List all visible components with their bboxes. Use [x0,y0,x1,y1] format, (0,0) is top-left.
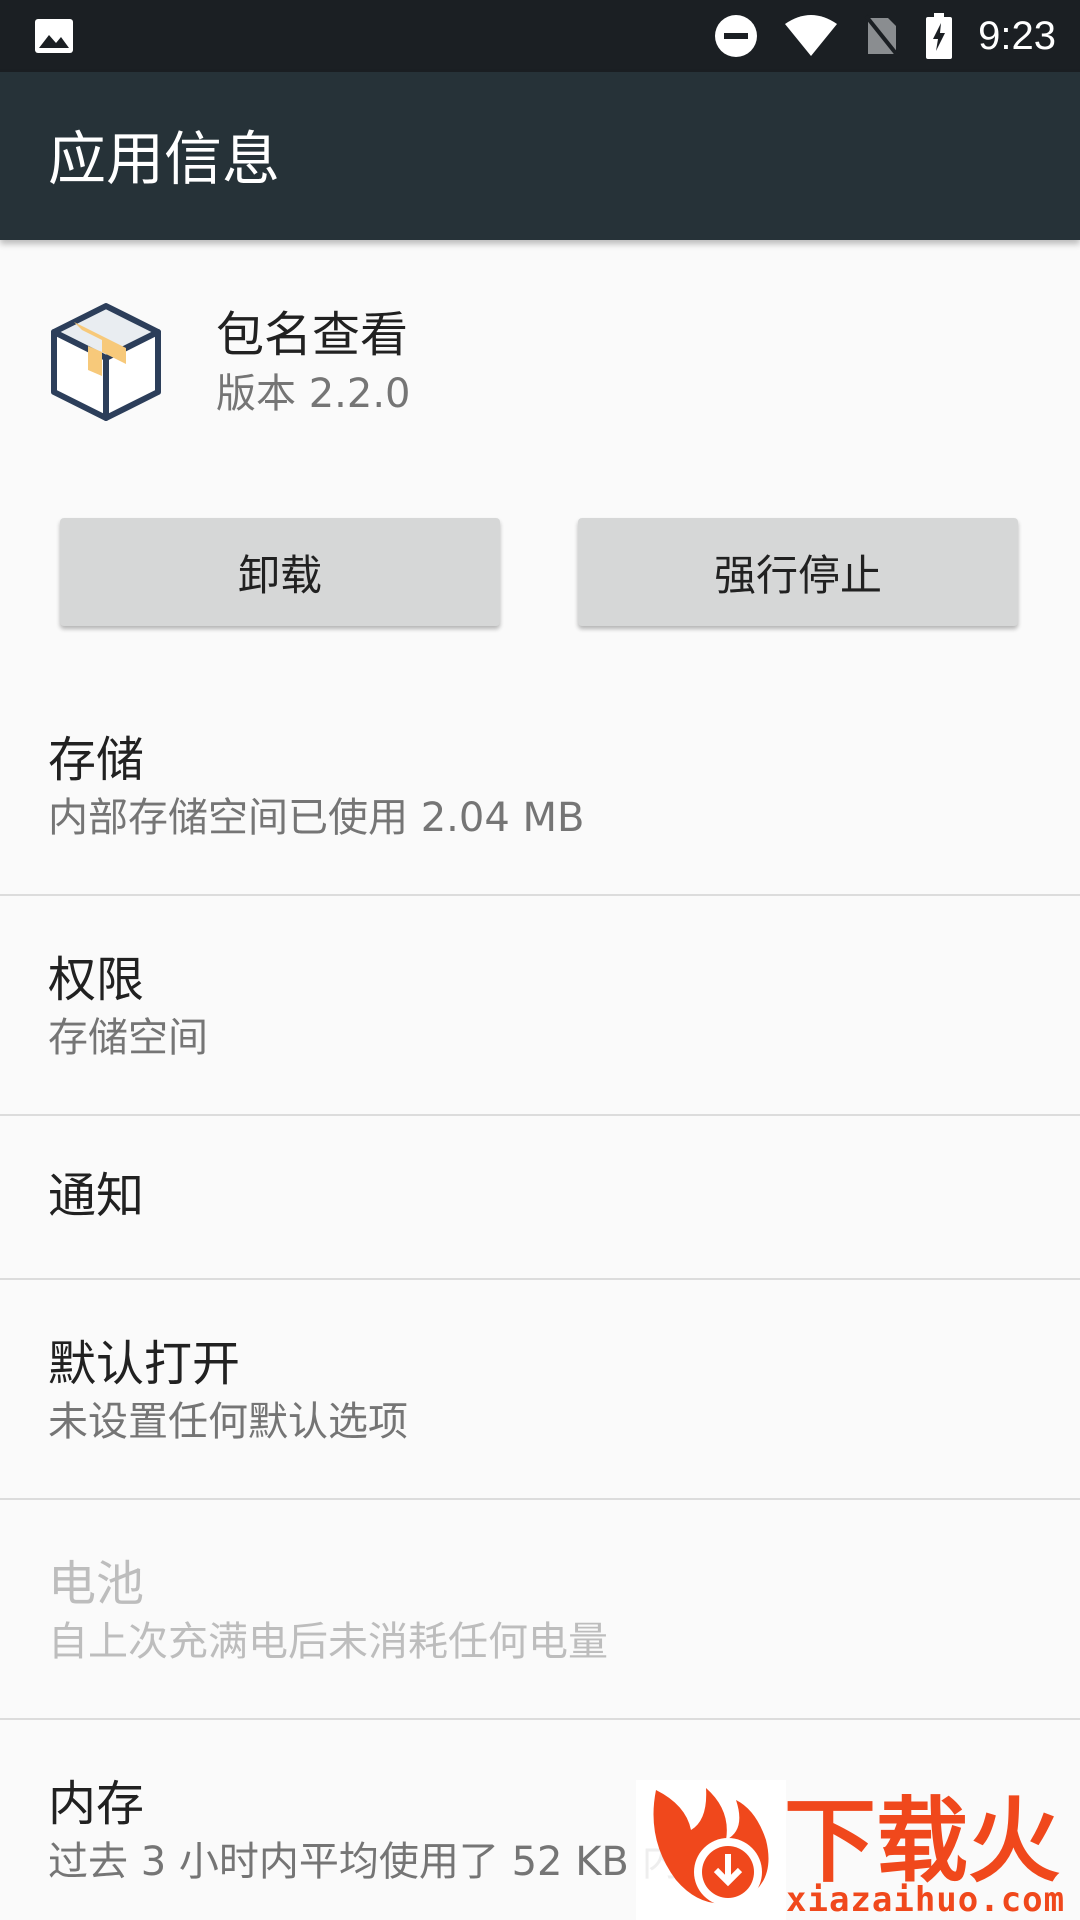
item-summary: 自上次充满电后未消耗任何电量 [48,1619,608,1665]
item-summary: 未设置任何默认选项 [48,1399,408,1445]
page-title: 应用信息 [48,125,281,193]
status-time: 9:23 [978,13,1056,58]
item-summary: 内部存储空间已使用 2.04 MB [48,795,585,841]
app-version: 版本 2.2.0 [216,371,411,417]
item-title: 权限 [48,952,145,1008]
watermark-url: xiazaihuo.com [786,1880,1066,1920]
flame-download-logo [636,1780,786,1920]
uninstall-button[interactable]: 卸载 [60,518,500,626]
open-by-default-item[interactable]: 默认打开 未设置任何默认选项 [0,1280,1080,1500]
app-name: 包名查看 [216,307,409,363]
image-icon [35,19,73,53]
item-title: 通知 [48,1168,145,1224]
item-summary: 存储空间 [48,1015,208,1061]
watermark-text: 下载火 [784,1788,1061,1895]
app-bar: 应用信息 [0,72,1080,240]
item-title: 存储 [48,732,145,788]
watermark: 下载火 xiazaihuo.com [636,1780,1080,1920]
item-title: 默认打开 [48,1336,241,1392]
do-not-disturb-icon [715,15,758,57]
no-sim-icon [864,14,900,58]
battery-charging-icon [926,13,953,59]
status-icons: 9:23 [688,10,1056,62]
notifications-item[interactable]: 通知 [0,1116,1080,1280]
status-bar: 9:23 [0,0,1080,72]
package-box-icon [51,303,161,421]
force-stop-button[interactable]: 强行停止 [578,518,1018,626]
battery-item: 电池 自上次充满电后未消耗任何电量 [0,1500,1080,1720]
item-title: 电池 [48,1556,145,1612]
storage-item[interactable]: 存储 内部存储空间已使用 2.04 MB [0,676,1080,896]
item-summary: 过去 3 小时内平均使用了 52 KB 内存 [48,1839,722,1885]
permissions-item[interactable]: 权限 存储空间 [0,896,1080,1116]
item-title: 内存 [48,1776,145,1832]
wifi-icon [785,15,838,56]
